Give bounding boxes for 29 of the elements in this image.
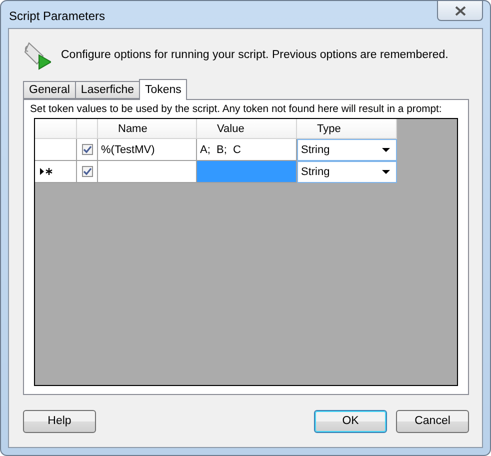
dropdown-arrow-icon: [382, 170, 390, 174]
checkbox[interactable]: [82, 166, 92, 177]
type-dropdown[interactable]: String: [297, 139, 397, 161]
dialog-button[interactable]: Cancel: [396, 410, 469, 432]
instruction-text: Set token values to be used by the script. Any token not found here will result in a prompt:: [30, 104, 442, 115]
row-header[interactable]: [35, 161, 77, 183]
tab[interactable]: Laserfiche: [74, 81, 140, 99]
dialog-button[interactable]: Help: [23, 410, 96, 432]
description-text: Configure options for running your script. Previous options are remembered.: [61, 49, 448, 61]
close-button[interactable]: [437, 1, 483, 21]
table-cell[interactable]: [98, 161, 197, 183]
window-title: Script Parameters: [9, 9, 106, 23]
header-cell: [35, 119, 77, 139]
script-scroll-icon: [23, 40, 51, 70]
tab[interactable]: General: [23, 81, 76, 99]
table-cell[interactable]: %(TestMV): [98, 139, 197, 161]
table-cell[interactable]: [197, 161, 297, 183]
dialog-button[interactable]: OK: [314, 410, 387, 432]
table-cell[interactable]: A; B; C: [197, 139, 297, 161]
header-cell: [77, 119, 98, 139]
checkbox[interactable]: [82, 144, 92, 155]
tab[interactable]: Tokens: [138, 79, 188, 100]
close-icon: [454, 6, 466, 16]
type-dropdown[interactable]: String: [297, 161, 397, 183]
column-header[interactable]: Type: [297, 119, 397, 139]
column-header[interactable]: Value: [197, 119, 297, 139]
new-row-icon: [40, 168, 53, 175]
dropdown-arrow-icon: [382, 148, 390, 152]
column-header[interactable]: Name: [98, 119, 197, 139]
